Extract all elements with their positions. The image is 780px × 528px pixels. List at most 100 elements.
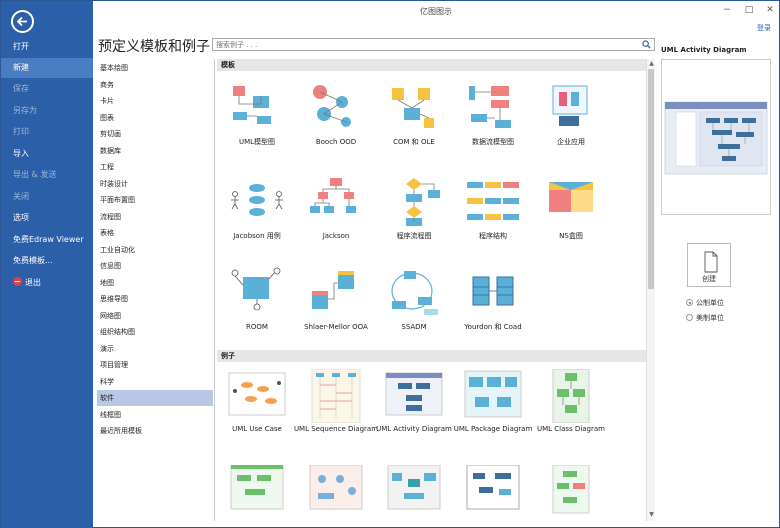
login-link[interactable]: 登录 [757,23,771,33]
category-item[interactable]: 工业自动化 [97,242,213,258]
category-item[interactable]: 演示 [97,341,213,357]
category-item[interactable]: 工程 [97,159,213,175]
create-button[interactable]: 创建 [687,243,731,287]
nav-free-viewer[interactable]: 免费Edraw Viewer [1,230,93,250]
template-label: Yourdon 和 Coad [464,323,522,331]
template-gallery: 模板 UML模型图 Booch OOD COM 和 OLE 数据流模型图 企业应… [217,59,646,521]
scroll-up-arrow-icon[interactable]: ▲ [648,60,655,67]
example-tile[interactable] [217,465,297,521]
metric-units-radio[interactable]: 公制单位 [686,298,724,308]
category-item[interactable]: 信息图 [97,258,213,274]
nav-close-label: 关闭 [13,192,29,201]
template-tile[interactable]: NS盒图 [531,176,611,264]
template-tile[interactable]: 程序流程图 [374,176,454,264]
category-item[interactable]: 平面布置图 [97,192,213,208]
example-tile[interactable]: UML Class Diagram [531,369,611,457]
close-button[interactable]: ✕ [764,4,776,16]
template-tile[interactable]: ROOM [217,267,297,355]
nav-exit-label: 退出 [25,278,41,287]
us-units-radio[interactable]: 美制单位 [686,313,724,323]
ns-diagram-thumbnail [549,182,593,212]
category-item[interactable]: 流程图 [97,209,213,225]
example-thumbnail [230,465,284,510]
jacobson-use-case-thumbnail [231,184,283,216]
example-tile[interactable] [374,465,454,521]
category-item[interactable]: 思维导图 [97,291,213,307]
template-tile[interactable]: Yourdon 和 Coad [453,267,533,355]
program-structure-thumbnail [467,182,519,220]
category-item[interactable]: 表格 [97,225,213,241]
program-flowchart-thumbnail [406,178,440,226]
example-tile[interactable]: UML Activity Diagram [374,369,454,457]
search-box[interactable] [212,38,655,51]
nav-free-templates[interactable]: 免费模板... [1,251,93,271]
example-tile[interactable]: UML Package Diagram [453,369,533,457]
template-tile[interactable]: 企业应用 [531,82,611,170]
us-units-label: 美制单位 [696,314,724,322]
nav-free-viewer-label: 免费Edraw Viewer [13,235,84,244]
back-button[interactable] [11,10,34,33]
arrow-left-icon [16,16,27,27]
maximize-button[interactable]: □ [743,4,755,16]
gallery-scrollbar[interactable]: ▲ ▼ [646,59,655,521]
room-thumbnail [231,267,281,311]
nav-options[interactable]: 选项 [1,208,93,228]
category-item[interactable]: 时装设计 [97,176,213,192]
uml-class-thumbnail [552,369,590,423]
category-item[interactable]: 数据库 [97,143,213,159]
example-thumbnail [387,465,441,510]
template-tile[interactable]: COM 和 OLE [374,82,454,170]
template-tile[interactable]: Shlaer-Mellor OOA [296,267,376,355]
example-tile[interactable]: UML Sequence Diagram [294,369,378,457]
category-item-selected[interactable]: 软件 [97,390,213,406]
nav-save-as[interactable]: 另存为 [1,101,93,121]
nav-import[interactable]: 导入 [1,144,93,164]
minimize-button[interactable]: − [721,4,733,16]
nav-close[interactable]: 关闭 [1,187,93,207]
template-tile[interactable]: SSADM [374,267,454,355]
category-item[interactable]: 项目管理 [97,357,213,373]
app-window: 打开 新建 保存 另存为 打印 导入 导出 & 发送 关闭 选项 免费Edraw… [0,0,780,528]
example-thumbnail [309,465,363,510]
example-tile[interactable] [453,465,533,521]
category-item[interactable]: 商务 [97,77,213,93]
nav-save[interactable]: 保存 [1,79,93,99]
category-item[interactable]: 最近所用模板 [97,423,213,439]
category-item[interactable]: 剪切画 [97,126,213,142]
example-tile[interactable]: UML Use Case [217,369,297,457]
category-item[interactable]: 科学 [97,374,213,390]
category-item[interactable]: 卡片 [97,93,213,109]
nav-export-send[interactable]: 导出 & 发送 [1,165,93,185]
template-tile[interactable]: Booch OOD [296,82,376,170]
example-tile[interactable] [531,465,611,521]
scroll-down-arrow-icon[interactable]: ▼ [648,511,655,518]
section-header-examples: 例子 [217,350,646,362]
nav-export-send-label: 导出 & 发送 [13,170,57,179]
category-item[interactable]: 图表 [97,110,213,126]
template-tile[interactable]: 程序结构 [453,176,533,264]
example-tile[interactable] [296,465,376,521]
metric-units-label: 公制单位 [696,299,724,307]
template-tile[interactable]: Jackson [296,176,376,264]
nav-print[interactable]: 打印 [1,122,93,142]
template-tile[interactable]: UML模型图 [217,82,297,170]
category-item[interactable]: 地图 [97,275,213,291]
search-icon[interactable] [642,40,651,49]
enterprise-app-thumbnail [552,85,588,126]
category-item[interactable]: 网络图 [97,308,213,324]
example-thumbnail [552,465,590,514]
search-input[interactable] [213,39,633,50]
data-flow-thumbnail [469,86,511,128]
template-tile[interactable]: 数据流模型图 [453,82,533,170]
nav-exit[interactable]: 退出 [1,273,93,293]
nav-open[interactable]: 打开 [1,37,93,57]
template-tile[interactable]: Jacobson 用例 [217,176,297,264]
category-item[interactable]: 组织结构图 [97,324,213,340]
nav-import-label: 导入 [13,149,29,158]
ssadm-thumbnail [391,271,438,315]
category-item[interactable]: 线框图 [97,407,213,423]
category-item[interactable]: 基本绘图 [97,60,213,76]
scroll-thumb[interactable] [648,69,654,289]
nav-new[interactable]: 新建 [1,58,93,78]
page-title: 预定义模板和例子 [98,39,210,55]
